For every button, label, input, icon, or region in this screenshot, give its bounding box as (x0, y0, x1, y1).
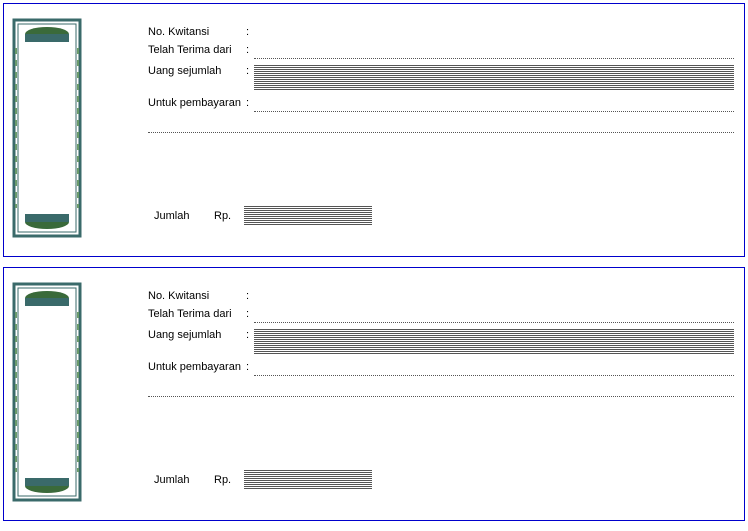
label-untuk-pembayaran: Untuk pembayaran (148, 361, 246, 373)
label-no-kwitansi: No. Kwitansi (148, 290, 246, 302)
amount-box (244, 470, 372, 490)
receipt-content: No. Kwitansi : Telah Terima dari : Uang … (148, 26, 734, 133)
value-telah-terima-dari (254, 44, 734, 59)
row-uang-sejumlah: Uang sejumlah : (148, 329, 734, 355)
row-untuk-pembayaran: Untuk pembayaran : (148, 361, 734, 376)
colon: : (246, 329, 254, 341)
receipt-1: No. Kwitansi : Telah Terima dari : Uang … (3, 3, 745, 257)
receipt-2: No. Kwitansi : Telah Terima dari : Uang … (3, 267, 745, 521)
row-untuk-pembayaran: Untuk pembayaran : (148, 97, 734, 112)
value-uang-sejumlah (254, 65, 734, 91)
label-rp: Rp. (214, 210, 244, 222)
value-no-kwitansi (254, 26, 734, 40)
colon: : (246, 361, 254, 373)
row-telah-terima-dari: Telah Terima dari : (148, 308, 734, 323)
amount-box (244, 206, 372, 226)
colon: : (246, 26, 254, 38)
stamp-frame (12, 282, 82, 502)
page: No. Kwitansi : Telah Terima dari : Uang … (0, 0, 748, 521)
extra-lines (148, 118, 734, 133)
stamp-frame (12, 18, 82, 238)
label-rp: Rp. (214, 474, 244, 486)
extra-lines (148, 382, 734, 397)
label-jumlah: Jumlah (154, 210, 214, 222)
row-no-kwitansi: No. Kwitansi : (148, 26, 734, 40)
receipt-content: No. Kwitansi : Telah Terima dari : Uang … (148, 290, 734, 397)
value-untuk-pembayaran (254, 361, 734, 376)
value-telah-terima-dari (254, 308, 734, 323)
value-no-kwitansi (254, 290, 734, 304)
label-jumlah: Jumlah (154, 474, 214, 486)
label-telah-terima-dari: Telah Terima dari (148, 44, 246, 56)
row-jumlah: Jumlah Rp. (154, 206, 372, 226)
row-telah-terima-dari: Telah Terima dari : (148, 44, 734, 59)
colon: : (246, 44, 254, 56)
colon: : (246, 308, 254, 320)
colon: : (246, 65, 254, 77)
row-uang-sejumlah: Uang sejumlah : (148, 65, 734, 91)
value-uang-sejumlah (254, 329, 734, 355)
value-untuk-pembayaran (254, 97, 734, 112)
blank-line (148, 382, 734, 397)
label-uang-sejumlah: Uang sejumlah (148, 329, 246, 341)
colon: : (246, 290, 254, 302)
label-uang-sejumlah: Uang sejumlah (148, 65, 246, 77)
blank-line (148, 118, 734, 133)
colon: : (246, 97, 254, 109)
label-no-kwitansi: No. Kwitansi (148, 26, 246, 38)
row-no-kwitansi: No. Kwitansi : (148, 290, 734, 304)
label-telah-terima-dari: Telah Terima dari (148, 308, 246, 320)
label-untuk-pembayaran: Untuk pembayaran (148, 97, 246, 109)
row-jumlah: Jumlah Rp. (154, 470, 372, 490)
